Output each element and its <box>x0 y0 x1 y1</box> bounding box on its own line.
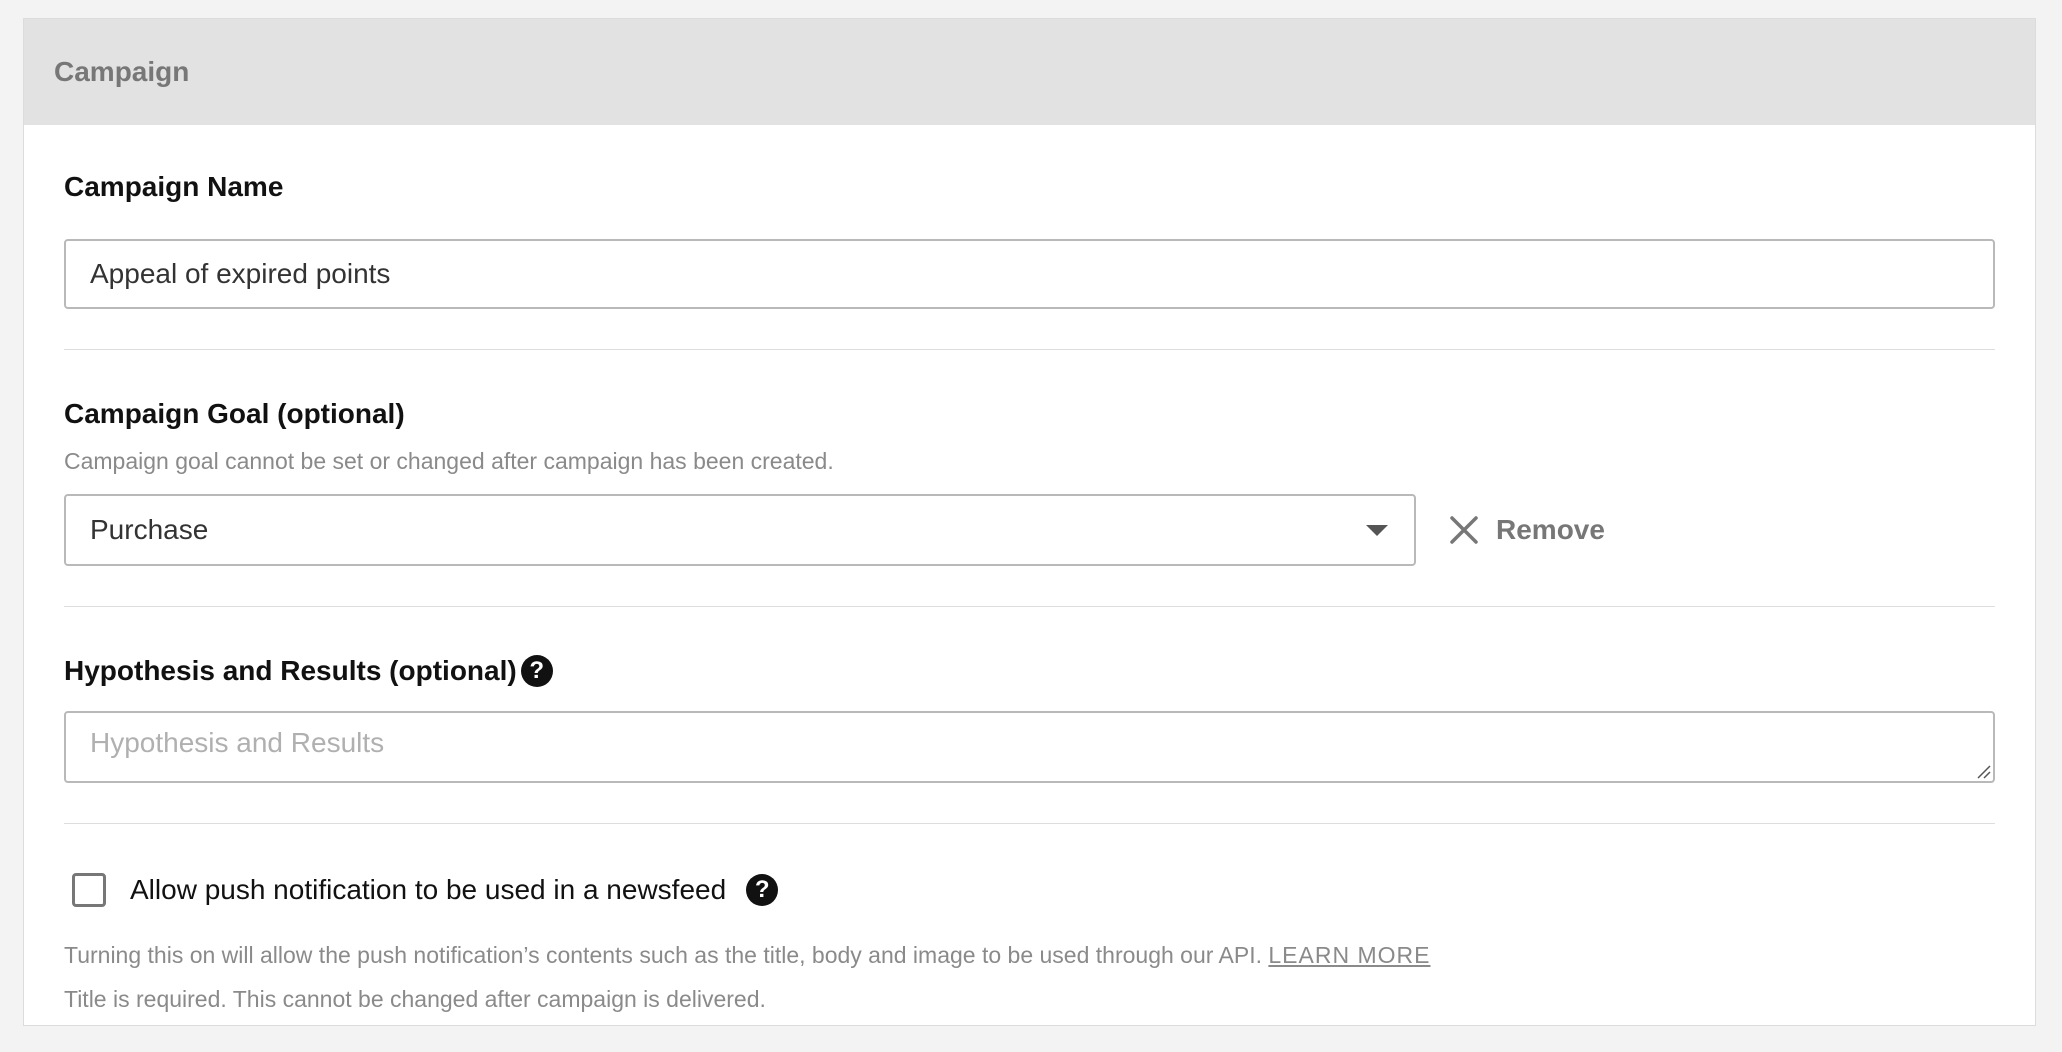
campaign-goal-select[interactable]: Purchase <box>64 494 1416 566</box>
push-help-description: Turning this on will allow the push noti… <box>64 942 1262 968</box>
campaign-goal-selected: Purchase <box>90 514 209 545</box>
panel-body: Campaign Name Appeal of expired points C… <box>24 125 2035 1014</box>
push-title-note: Title is required. This cannot be change… <box>64 986 766 1012</box>
campaign-goal-row: Purchase Remove <box>64 494 1995 566</box>
push-help-text: Turning this on will allow the push noti… <box>64 940 1995 970</box>
hypothesis-label-row: Hypothesis and Results (optional) ? <box>64 653 1995 689</box>
question-circle-icon[interactable]: ? <box>520 655 553 687</box>
question-circle-icon[interactable]: ? <box>746 874 779 906</box>
remove-goal-label: Remove <box>1496 514 1605 545</box>
hypothesis-section: Hypothesis and Results (optional) ? Hypo… <box>64 607 1995 824</box>
panel-header: Campaign <box>24 19 2035 125</box>
panel-title: Campaign <box>54 56 190 87</box>
remove-goal-button[interactable]: Remove <box>1450 514 1605 546</box>
push-notification-section: Allow push notification to be used in a … <box>64 824 1995 1014</box>
chevron-down-icon <box>1366 524 1388 536</box>
campaign-goal-help: Campaign goal cannot be set or changed a… <box>64 448 834 474</box>
push-newsfeed-checkbox[interactable] <box>72 873 106 907</box>
hypothesis-placeholder: Hypothesis and Results <box>90 727 385 758</box>
campaign-name-label: Campaign Name <box>64 171 284 202</box>
campaign-name-input[interactable]: Appeal of expired points <box>64 239 1995 309</box>
campaign-panel: Campaign Campaign Name Appeal of expired… <box>23 18 2036 1026</box>
campaign-goal-label: Campaign Goal (optional) <box>64 398 405 429</box>
resize-handle-icon[interactable] <box>1975 763 1991 779</box>
push-checkbox-row: Allow push notification to be used in a … <box>64 870 1995 910</box>
campaign-goal-section: Campaign Goal (optional) Campaign goal c… <box>64 350 1995 607</box>
close-icon <box>1450 516 1478 544</box>
hypothesis-label: Hypothesis and Results (optional) <box>64 655 517 686</box>
learn-more-link[interactable]: LEARN MORE <box>1268 942 1430 968</box>
hypothesis-textarea[interactable]: Hypothesis and Results <box>64 711 1995 783</box>
push-checkbox-label[interactable]: Allow push notification to be used in a … <box>130 874 726 906</box>
campaign-name-section: Campaign Name Appeal of expired points <box>64 125 1995 350</box>
